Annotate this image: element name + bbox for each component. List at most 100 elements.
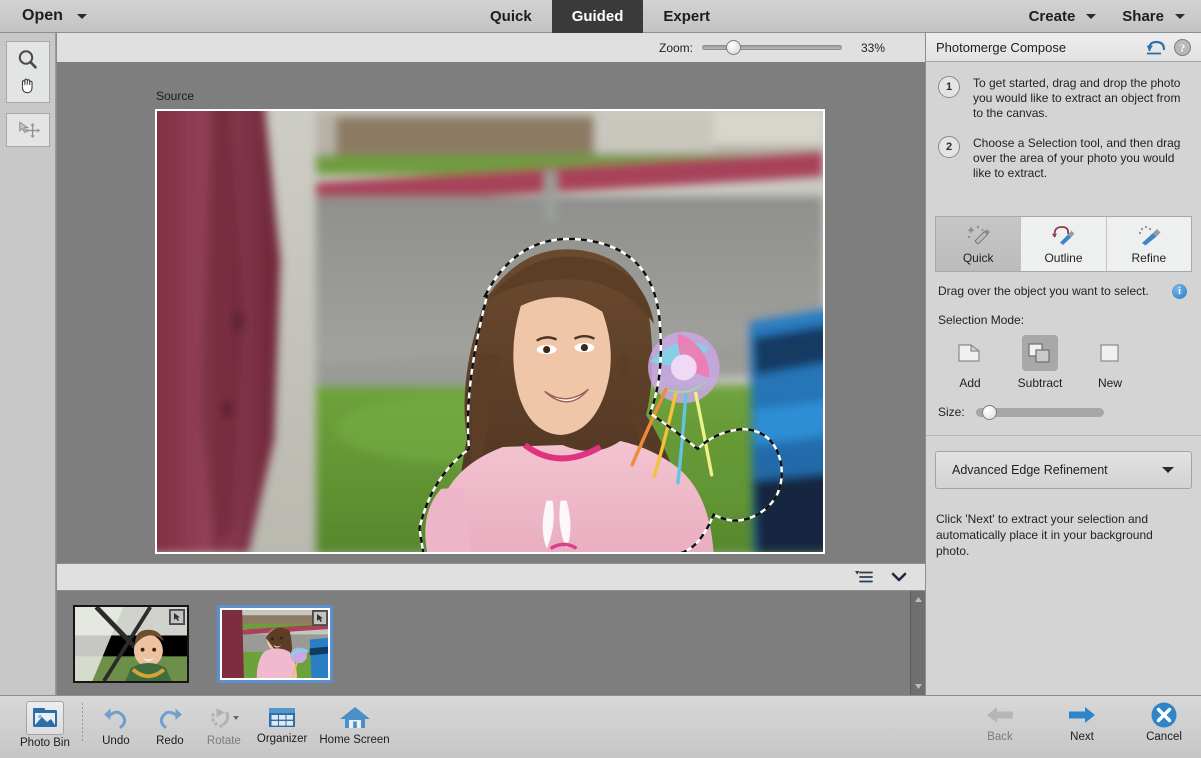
arrow-right-icon [1066,701,1098,729]
brush-size-control: Size: [938,405,1187,419]
brush-size-label: Size: [938,405,965,419]
photo-bin-button-label: Photo Bin [20,737,70,749]
guided-steps: 1 To get started, drag and drop the phot… [926,62,1201,202]
panel-title: Photomerge Compose [936,40,1146,55]
selection-mode-group: Add Subtract [938,335,1187,390]
hand-icon [17,74,39,96]
guided-step-1: 1 To get started, drag and drop the phot… [938,76,1187,121]
selection-mode-label: Selection Mode: [938,313,1187,327]
photo-bin-scrollbar[interactable] [910,591,925,695]
brush-size-slider[interactable] [976,408,1104,417]
tab-quick[interactable]: Quick [470,0,552,33]
chevron-down-icon[interactable] [891,571,907,583]
thumbnail-girl-photo[interactable] [217,605,333,683]
undo-button[interactable]: Undo [89,698,143,747]
selection-hint-text: Drag over the object you want to select. [938,284,1164,299]
panel-divider [926,435,1201,436]
arrow-left-icon [984,701,1016,729]
open-menu-button[interactable]: Open [22,7,87,25]
add-selection-icon [957,341,983,365]
tab-expert-label: Expert [663,8,710,25]
zoom-slider-handle[interactable] [726,40,741,55]
zoom-control: Zoom: 33% [659,41,885,55]
new-selection-icon [1097,341,1123,365]
thumbnail-badge-icon [312,610,328,626]
selection-mode-new-label: New [1098,376,1122,390]
redo-arrow-icon [155,703,185,733]
outline-brush-icon [1049,223,1077,247]
rotate-icon [206,703,242,733]
svg-text:?: ? [1180,42,1186,54]
next-button[interactable]: Next [1055,696,1109,743]
next-button-label: Next [1070,731,1094,743]
list-menu-icon[interactable] [855,570,873,584]
selection-options: Drag over the object you want to select.… [926,272,1201,419]
tool-tab-quick-label: Quick [963,251,994,265]
tab-guided-label: Guided [572,8,624,25]
back-button-label: Back [987,731,1013,743]
rotate-button-label: Rotate [207,735,241,747]
home-icon [339,704,371,732]
thumbnail-boy-photo[interactable] [73,605,189,683]
selection-mode-subtract[interactable]: Subtract [1012,335,1068,390]
selection-mode-add-label: Add [959,376,980,390]
cancel-button-label: Cancel [1146,731,1182,743]
tool-tab-quick[interactable]: Quick [936,217,1021,271]
tool-tab-outline[interactable]: Outline [1021,217,1106,271]
selection-hint-row: Drag over the object you want to select.… [938,284,1187,299]
tool-tab-refine[interactable]: Refine [1107,217,1191,271]
cancel-button[interactable]: Cancel [1137,696,1191,743]
tool-tab-outline-label: Outline [1044,251,1082,265]
zoom-slider[interactable] [702,45,842,50]
menu-bar: Open Quick Guided Expert Create Share [0,0,1201,33]
move-tool-button[interactable] [6,113,50,147]
redo-button[interactable]: Redo [143,698,197,747]
share-menu-button[interactable]: Share [1122,8,1185,25]
zoom-percent-value: 33% [851,41,885,55]
magnifier-icon [16,48,40,72]
source-photo-image[interactable] [157,111,823,553]
canvas-stage[interactable]: Source [57,63,925,563]
photo-bin-button[interactable]: Photo Bin [14,696,76,749]
brush-size-handle[interactable] [982,405,997,420]
canvas-options-bar: Zoom: 33% [57,33,925,63]
step-text-1: To get started, drag and drop the photo … [973,76,1187,121]
photo-bin-options-bar [57,563,925,591]
tab-expert[interactable]: Expert [643,0,730,33]
panel-footnote: Click 'Next' to extract your selection a… [926,489,1201,559]
photoshop-elements-window: Open Quick Guided Expert Create Share [0,0,1201,758]
panel-header-icons: ? [1146,39,1191,56]
source-photo-frame[interactable] [155,109,825,554]
selection-mode-subtract-label: Subtract [1018,376,1063,390]
rotate-button[interactable]: Rotate [197,698,251,747]
photo-bin[interactable] [57,591,925,695]
reset-undo-icon[interactable] [1146,39,1165,56]
back-button[interactable]: Back [973,696,1027,743]
photo-bin-thumbnails [57,591,925,683]
selection-tool-tabs: Quick Outline [935,216,1192,272]
create-menu-button[interactable]: Create [1029,8,1097,25]
selection-mode-new[interactable]: New [1082,335,1138,390]
selection-mode-add[interactable]: Add [942,335,998,390]
source-label: Source [156,89,194,103]
subtract-selection-icon [1027,341,1053,365]
advanced-edge-refinement-button[interactable]: Advanced Edge Refinement [935,451,1192,489]
organizer-button[interactable]: Organizer [251,700,314,745]
scrollbar-arrows [911,591,926,695]
info-icon[interactable]: i [1172,284,1187,299]
refine-brush-icon [1135,223,1163,247]
mode-tabs: Quick Guided Expert [470,0,730,33]
tool-tab-refine-label: Refine [1131,251,1166,265]
home-screen-button[interactable]: Home Screen [313,699,395,746]
step-number-2: 2 [938,136,960,158]
cursor-badge-icon [313,611,327,625]
zoom-tool-button[interactable] [6,41,50,103]
right-panel: Photomerge Compose ? 1 To get started, d… [925,33,1201,695]
undo-button-label: Undo [102,735,130,747]
help-icon[interactable]: ? [1174,39,1191,56]
tab-guided[interactable]: Guided [552,0,644,33]
undo-arrow-icon [101,703,131,733]
thumbnail-badge-icon [169,609,185,625]
home-screen-button-label: Home Screen [319,734,389,746]
photo-bin-icon [32,707,58,729]
